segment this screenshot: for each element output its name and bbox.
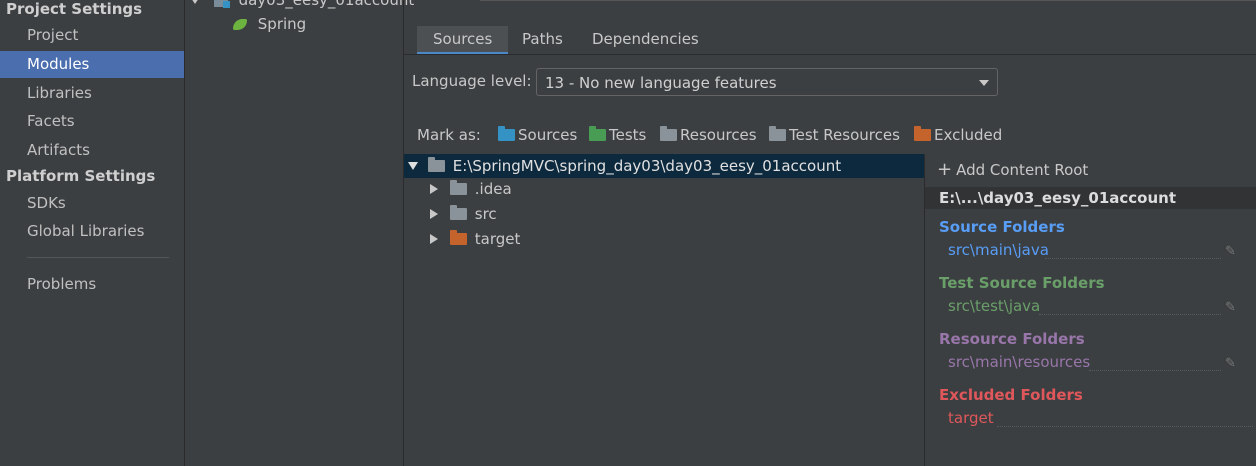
spring-facet-row[interactable]: Spring (233, 12, 306, 36)
tree-item-idea[interactable]: .idea (430, 177, 512, 201)
content-root-path: E:\SpringMVC\spring_day03\day03_eesy_01a… (452, 157, 842, 175)
nav-item-facets[interactable]: Facets (0, 108, 184, 135)
plus-icon: + (937, 159, 953, 180)
nav-item-modules[interactable]: Modules (0, 51, 184, 78)
module-row[interactable]: day03_eesy_01account (191, 0, 414, 12)
expand-arrow-icon[interactable] (430, 233, 438, 244)
tabs-divider (404, 54, 1256, 55)
tab-dependencies[interactable]: Dependencies (576, 26, 715, 54)
source-folders-title: Source Folders (939, 218, 1065, 236)
resource-folders-title: Resource Folders (939, 330, 1085, 348)
mark-test-resources-label: Test Resources (789, 126, 900, 144)
language-level-dropdown[interactable]: 13 - No new language features (536, 68, 998, 96)
spring-facet-label: Spring (257, 15, 307, 33)
resource-folder-path[interactable]: src\main\resources (948, 353, 1090, 371)
edit-source-icon[interactable]: ✎ (1225, 245, 1237, 258)
tests-folder-icon (589, 125, 606, 141)
mark-resources-label: Resources (680, 126, 757, 144)
folder-icon (450, 204, 467, 220)
test-source-folders-title: Test Source Folders (939, 274, 1105, 292)
content-root-tree: E:\SpringMVC\spring_day03\day03_eesy_01a… (404, 154, 924, 466)
expand-arrow-icon[interactable] (430, 208, 438, 219)
add-content-root-label: Add Content Root (956, 161, 1089, 179)
language-level-value: 13 - No new language features (545, 74, 777, 92)
edit-resource-icon[interactable]: ✎ (1225, 357, 1237, 370)
top-divider (480, 0, 1256, 1)
excluded-folder-icon (914, 125, 931, 141)
nav-item-global-libraries[interactable]: Global Libraries (0, 218, 184, 245)
mark-test-resources-button[interactable]: Test Resources (769, 124, 900, 146)
module-tree: day03_eesy_01account Spring (185, 0, 414, 466)
settings-nav: Project Settings Project Modules Librari… (0, 0, 185, 466)
test-resources-folder-icon (769, 125, 786, 141)
module-icon (213, 0, 230, 8)
mark-excluded-label: Excluded (934, 126, 1003, 144)
expand-arrow-icon[interactable] (408, 161, 418, 170)
tree-item-label: .idea (474, 180, 512, 198)
tree-item-label: target (474, 230, 521, 248)
mark-excluded-button[interactable]: Excluded (914, 124, 1002, 146)
mark-sources-label: Sources (518, 126, 578, 144)
excluded-folders-title: Excluded Folders (939, 386, 1083, 404)
module-settings-panel: Sources Paths Dependencies Language leve… (404, 0, 1256, 466)
tab-sources[interactable]: Sources (417, 26, 509, 54)
module-name: day03_eesy_01account (238, 0, 415, 9)
mark-resources-button[interactable]: Resources (660, 124, 757, 146)
dotted-leader (997, 426, 1253, 427)
folder-icon (450, 179, 467, 195)
mark-tests-button[interactable]: Tests (589, 124, 646, 146)
mark-sources-button[interactable]: Sources (498, 124, 577, 146)
mark-tests-label: Tests (609, 126, 647, 144)
nav-item-libraries[interactable]: Libraries (0, 80, 184, 107)
language-level-label: Language level: (412, 72, 532, 90)
tree-item-src[interactable]: src (430, 202, 497, 226)
dotted-leader (1039, 314, 1221, 315)
nav-item-sdks[interactable]: SDKs (0, 190, 184, 217)
excluded-folder-icon (450, 229, 467, 245)
tree-item-target[interactable]: target (430, 227, 520, 251)
source-folder-path[interactable]: src\main\java (948, 241, 1049, 259)
content-root-header: E:\...\day03_eesy_01account (925, 187, 1256, 209)
excluded-folder-path[interactable]: target (948, 409, 994, 427)
project-settings-heading: Project Settings (6, 0, 143, 18)
resources-folder-icon (660, 125, 677, 141)
sources-folder-icon (498, 125, 515, 141)
folder-icon (428, 156, 445, 172)
tree-item-label: src (474, 205, 497, 223)
nav-item-project[interactable]: Project (0, 22, 184, 49)
content-roots-panel: + Add Content Root E:\...\day03_eesy_01ac… (924, 154, 1256, 466)
dotted-leader (1045, 258, 1221, 259)
spring-leaf-icon (233, 19, 247, 30)
chevron-down-icon (979, 80, 989, 86)
nav-item-problems[interactable]: Problems (0, 271, 184, 298)
content-root-row[interactable]: E:\SpringMVC\spring_day03\day03_eesy_01a… (404, 154, 924, 178)
collapse-arrow-icon[interactable] (191, 0, 199, 4)
test-folder-path[interactable]: src\test\java (948, 297, 1040, 315)
dotted-leader (1089, 370, 1221, 371)
expand-arrow-icon[interactable] (430, 183, 438, 194)
add-content-root-button[interactable]: + Add Content Root (937, 159, 1088, 181)
nav-divider (27, 257, 169, 258)
edit-test-icon[interactable]: ✎ (1225, 301, 1237, 314)
nav-item-artifacts[interactable]: Artifacts (0, 137, 184, 164)
platform-settings-heading: Platform Settings (6, 167, 156, 185)
tab-paths[interactable]: Paths (506, 26, 579, 54)
mark-as-label: Mark as: (417, 126, 481, 144)
